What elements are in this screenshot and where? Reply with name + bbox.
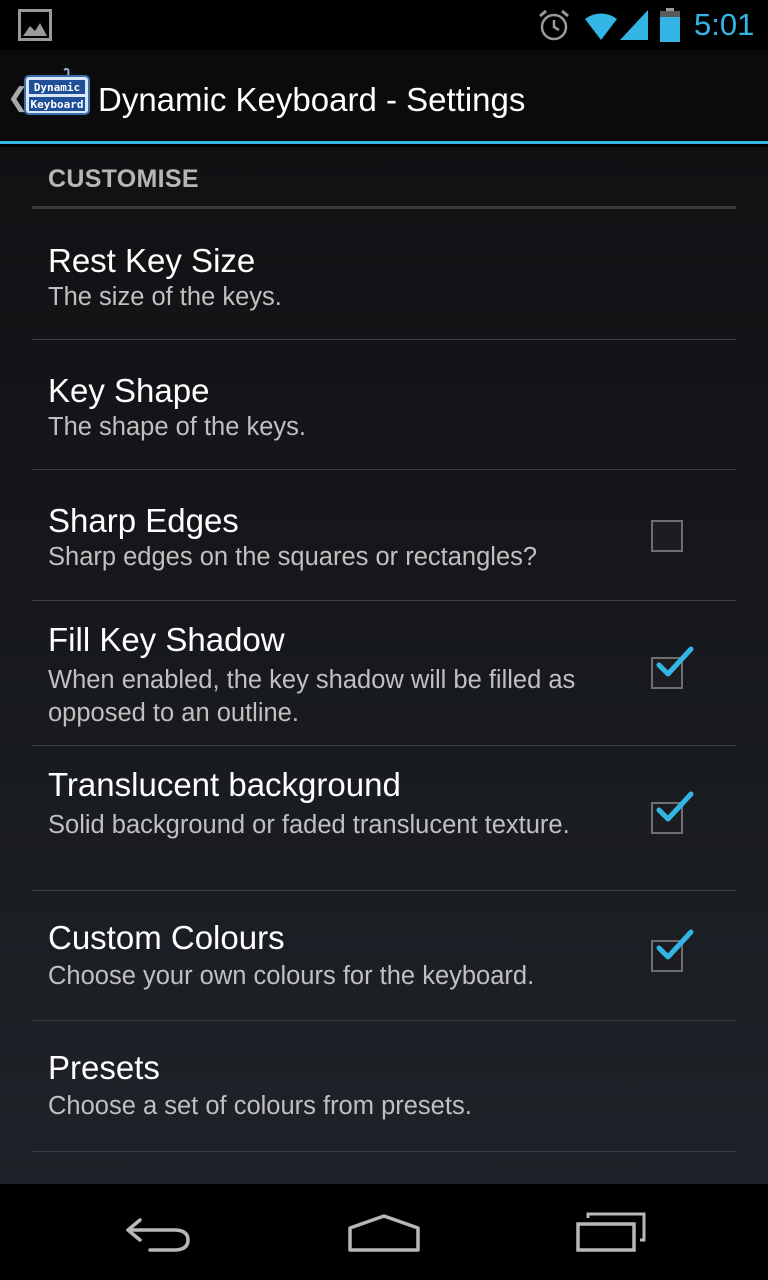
pref-title: Translucent background bbox=[48, 766, 401, 803]
translucent-background-checkbox[interactable] bbox=[651, 791, 694, 834]
wifi-icon bbox=[583, 8, 619, 47]
gallery-icon bbox=[18, 9, 52, 46]
pref-translucent-background[interactable]: Translucent background Solid background … bbox=[32, 746, 736, 891]
checkmark-icon bbox=[656, 646, 694, 677]
pref-fill-key-shadow[interactable]: Fill Key Shadow When enabled, the key sh… bbox=[32, 601, 736, 746]
section-header-label: CUSTOMISE bbox=[48, 165, 199, 193]
battery-icon bbox=[659, 7, 681, 48]
fill-key-shadow-checkbox[interactable] bbox=[651, 646, 694, 689]
app-icon-text-line1: Dynamic bbox=[34, 81, 80, 94]
pref-title: Custom Colours bbox=[48, 919, 285, 956]
app-icon[interactable]: Dynamic Keyboard bbox=[24, 67, 90, 121]
pref-title: Rest Key Size bbox=[48, 242, 256, 279]
section-header: CUSTOMISE bbox=[32, 147, 736, 209]
app-icon-text-line2: Keyboard bbox=[31, 98, 84, 111]
pref-key-shape[interactable]: Key Shape The shape of the keys. bbox=[32, 340, 736, 470]
pref-sharp-edges[interactable]: Sharp Edges Sharp edges on the squares o… bbox=[32, 470, 736, 601]
page-title: Dynamic Keyboard - Settings bbox=[98, 81, 526, 118]
back-icon[interactable] bbox=[118, 1210, 198, 1254]
pref-title: Fill Key Shadow bbox=[48, 621, 285, 658]
pref-custom-colours[interactable]: Custom Colours Choose your own colours f… bbox=[32, 891, 736, 1021]
pref-summary: The shape of the keys. bbox=[48, 413, 306, 441]
pref-summary: The size of the keys. bbox=[48, 283, 282, 311]
signal-icon bbox=[618, 8, 650, 47]
alarm-icon bbox=[537, 8, 571, 47]
custom-colours-checkbox[interactable] bbox=[651, 929, 694, 972]
up-caret-icon[interactable]: ❮ bbox=[7, 82, 29, 112]
navigation-bar bbox=[0, 1184, 768, 1280]
pref-presets[interactable]: Presets Choose a set of colours from pre… bbox=[32, 1021, 736, 1152]
pref-title: Sharp Edges bbox=[48, 502, 239, 539]
home-icon[interactable] bbox=[344, 1212, 424, 1256]
recents-icon[interactable] bbox=[570, 1208, 650, 1256]
pref-summary: Solid background or faded translucent te… bbox=[48, 811, 570, 839]
action-bar: ❮ Dynamic Keyboard Dynamic Keyboard - Se… bbox=[0, 50, 768, 144]
pref-summary: Choose a set of colours from presets. bbox=[48, 1092, 472, 1120]
sharp-edges-checkbox[interactable] bbox=[651, 520, 683, 552]
status-bar: 5:01 bbox=[0, 0, 768, 50]
pref-title: Presets bbox=[48, 1049, 160, 1086]
pref-title: Key Shape bbox=[48, 372, 210, 409]
checkmark-icon bbox=[656, 791, 694, 822]
checkmark-icon bbox=[656, 929, 694, 960]
settings-list[interactable]: CUSTOMISE Rest Key Size The size of the … bbox=[0, 147, 768, 1184]
pref-summary: Choose your own colours for the keyboard… bbox=[48, 962, 535, 990]
pref-summary: Sharp edges on the squares or rectangles… bbox=[48, 543, 538, 571]
status-clock: 5:01 bbox=[694, 7, 755, 42]
pref-summary: When enabled, the key shadow will be fil… bbox=[48, 666, 576, 727]
pref-rest-key-size[interactable]: Rest Key Size The size of the keys. bbox=[32, 209, 736, 340]
